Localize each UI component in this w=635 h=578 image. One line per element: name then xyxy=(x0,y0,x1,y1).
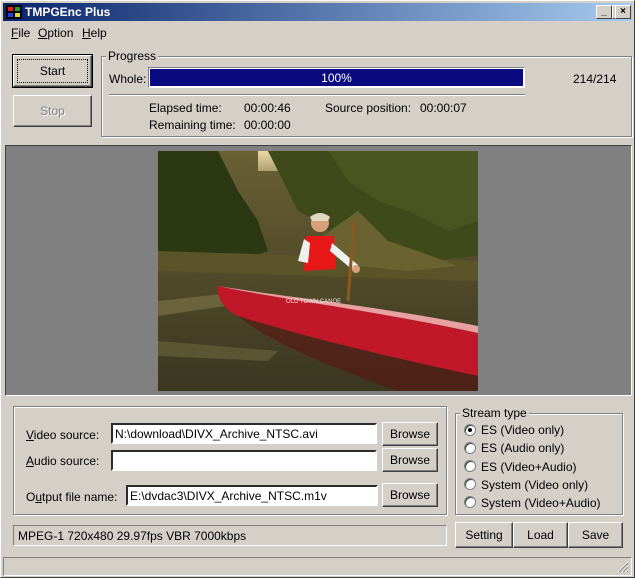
radio-es-video-audio-label[interactable]: ES (Video+Audio) xyxy=(481,460,577,474)
progress-bar: 100% xyxy=(148,67,525,88)
radio-system-video-only[interactable] xyxy=(464,478,476,490)
setting-button[interactable]: Setting xyxy=(455,522,513,548)
audio-browse-button[interactable]: Browse xyxy=(382,448,438,472)
load-button[interactable]: Load xyxy=(513,522,568,548)
progress-separator xyxy=(109,94,525,96)
save-button[interactable]: Save xyxy=(568,522,623,548)
radio-es-audio-only-label[interactable]: ES (Audio only) xyxy=(481,441,564,455)
remaining-value: 00:00:00 xyxy=(244,118,291,132)
stream-type-legend: Stream type xyxy=(460,406,529,420)
tmpgenc-app-icon[interactable] xyxy=(6,4,22,20)
elapsed-label: Elapsed time: xyxy=(149,101,222,115)
elapsed-value: 00:00:46 xyxy=(244,101,291,115)
radio-es-audio-only[interactable] xyxy=(464,442,476,454)
radio-system-video-audio-label[interactable]: System (Video+Audio) xyxy=(481,496,601,510)
output-file-input[interactable]: E:\dvdac3\DIVX_Archive_NTSC.m1v xyxy=(126,485,378,506)
radio-system-video-audio[interactable] xyxy=(464,496,476,508)
minimize-icon: _ xyxy=(601,6,607,17)
audio-source-input[interactable] xyxy=(111,450,377,471)
main-window: TMPGEnc Plus _ □ × File Option Help Star… xyxy=(0,0,635,578)
radio-system-video-only-label[interactable]: System (Video only) xyxy=(481,478,588,492)
remaining-label: Remaining time: xyxy=(149,118,236,132)
video-source-label: Video source: xyxy=(26,428,100,442)
frame-counter: 214/214 xyxy=(573,72,617,86)
window-title: TMPGEnc Plus xyxy=(25,5,111,19)
output-file-label: Output file name: xyxy=(26,490,118,504)
source-position-label: Source position: xyxy=(325,101,412,115)
resize-grip-icon[interactable] xyxy=(617,561,629,573)
menu-file[interactable]: File xyxy=(11,26,30,40)
menu-option[interactable]: Option xyxy=(38,26,73,40)
stop-button[interactable]: Stop xyxy=(13,95,92,127)
preview-panel: OLD TOWN CANOE xyxy=(5,145,632,396)
menu-bar: File Option Help xyxy=(3,23,632,42)
start-button[interactable]: Start xyxy=(12,54,93,88)
progress-legend: Progress xyxy=(106,49,159,63)
whole-label: Whole: xyxy=(109,72,147,86)
radio-es-video-only[interactable] xyxy=(464,424,476,436)
radio-es-video-audio[interactable] xyxy=(464,460,476,472)
close-button[interactable]: × xyxy=(615,5,631,19)
status-bar xyxy=(3,557,632,576)
audio-source-label: Audio source: xyxy=(26,454,100,468)
video-preview-frame: OLD TOWN CANOE xyxy=(158,151,478,391)
title-bar[interactable]: TMPGEnc Plus _ □ xyxy=(3,3,632,21)
output-browse-button[interactable]: Browse xyxy=(382,483,438,507)
encode-summary: MPEG-1 720x480 29.97fps VBR 7000kbps xyxy=(13,525,447,546)
minimize-button[interactable]: _ xyxy=(596,5,612,19)
video-source-input[interactable]: N:\download\DIVX_Archive_NTSC.avi xyxy=(111,423,377,444)
video-frame-image: OLD TOWN CANOE xyxy=(158,151,478,391)
menu-help[interactable]: Help xyxy=(82,26,107,40)
radio-es-video-only-label[interactable]: ES (Video only) xyxy=(481,423,564,437)
svg-text:OLD TOWN CANOE: OLD TOWN CANOE xyxy=(286,299,341,305)
progress-percent: 100% xyxy=(321,71,352,85)
source-position-value: 00:00:07 xyxy=(420,101,467,115)
close-icon: × xyxy=(620,6,626,17)
video-browse-button[interactable]: Browse xyxy=(382,422,438,446)
stop-button-label: Stop xyxy=(40,104,65,118)
